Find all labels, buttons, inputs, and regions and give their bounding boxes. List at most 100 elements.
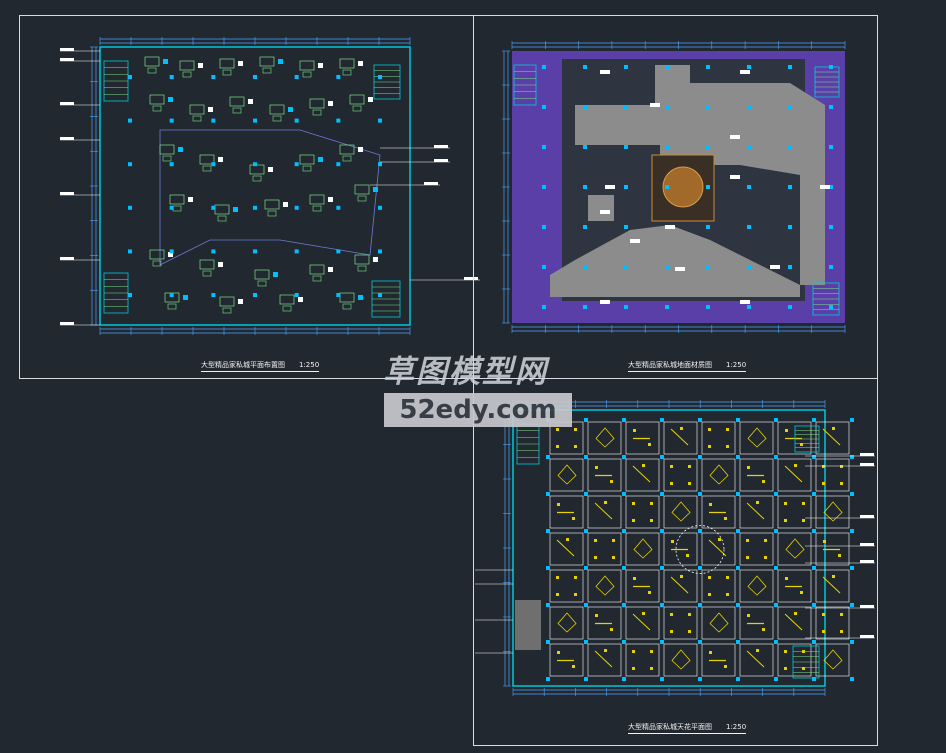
leader-label [860,560,874,563]
column [660,455,664,459]
column [583,265,587,269]
light-strip [594,650,613,668]
furniture-layout-title-text: 大型精品家私城平面布置图 [201,361,285,369]
light-diamond [785,538,805,559]
light-fixture-group [823,649,843,670]
light-strip [556,539,575,557]
furniture-piece [312,205,322,212]
column [850,492,854,496]
column [788,145,792,149]
downlight [724,517,727,520]
column [665,105,669,109]
downlight [556,445,559,448]
light-fixture-group [557,503,575,520]
downlight [718,538,721,541]
column [336,293,341,297]
downlight [762,480,765,483]
downlight [746,539,749,542]
furniture-piece [302,165,312,172]
light-diamond [557,464,577,485]
dimension-lines [90,37,411,335]
column [850,455,854,459]
column [542,265,546,269]
column [829,105,833,109]
column [747,105,751,109]
column [829,305,833,309]
column [660,640,664,644]
column [788,65,792,69]
furniture-piece [357,265,367,272]
column [698,603,702,607]
light-diamond [595,575,615,596]
column [698,566,702,570]
downlight [840,613,843,616]
column [747,145,751,149]
light-strip [632,613,651,631]
light-diamond [595,427,615,448]
ceiling-panel [815,458,850,492]
downlight [650,650,653,653]
watermark-site-name: 草图模型网 [383,354,548,390]
light-fixture-group [595,575,615,596]
light-fixture-group [594,501,613,520]
room-tag [298,297,303,302]
downlight [756,649,759,652]
column [747,265,751,269]
room-tag [373,257,378,262]
material-tag [630,239,640,243]
leader-label [860,515,874,518]
column [336,205,341,210]
room-tag [178,147,183,152]
column [736,529,740,533]
column [624,225,628,229]
room-tag [233,207,238,212]
furniture-piece [162,155,172,162]
material-tag [770,265,780,269]
downlight [670,613,673,616]
furniture-piece [312,109,322,116]
downlight [832,575,835,578]
room-tag [248,99,253,104]
room-tag [373,187,378,192]
ceiling-panel [815,606,850,640]
downlight [756,501,759,504]
furniture-piece [252,175,262,182]
column [378,75,382,79]
light-fixture-group [632,612,651,631]
downlight [648,591,651,594]
furniture-groups [144,56,378,314]
furniture-piece [357,195,367,202]
ceiling-plan-scale: 1:250 [726,723,747,731]
column [812,566,816,570]
downlight [557,651,560,654]
column [665,65,669,69]
furniture-piece [219,296,235,307]
light-fixture-group [746,539,767,559]
room-tag [163,59,168,64]
downlight [747,614,750,617]
downlight [632,667,635,670]
furniture-piece [257,280,267,287]
column [624,65,628,69]
column [774,640,778,644]
light-fixture-group [784,650,805,670]
downlight [784,667,787,670]
room-tag [358,295,363,300]
furniture-piece [342,155,352,162]
column [736,455,740,459]
column [546,492,550,496]
column [584,566,588,570]
downlight [680,427,683,430]
column [850,418,854,422]
room-tag [218,157,223,162]
downlight [650,667,653,670]
leader-label [60,322,74,325]
column [169,75,174,79]
light-fixture-group [671,501,691,522]
column [211,118,216,123]
column [378,162,382,167]
stairwell [794,425,820,453]
room-tag [183,295,188,300]
downlight [610,628,613,631]
column [624,305,628,309]
